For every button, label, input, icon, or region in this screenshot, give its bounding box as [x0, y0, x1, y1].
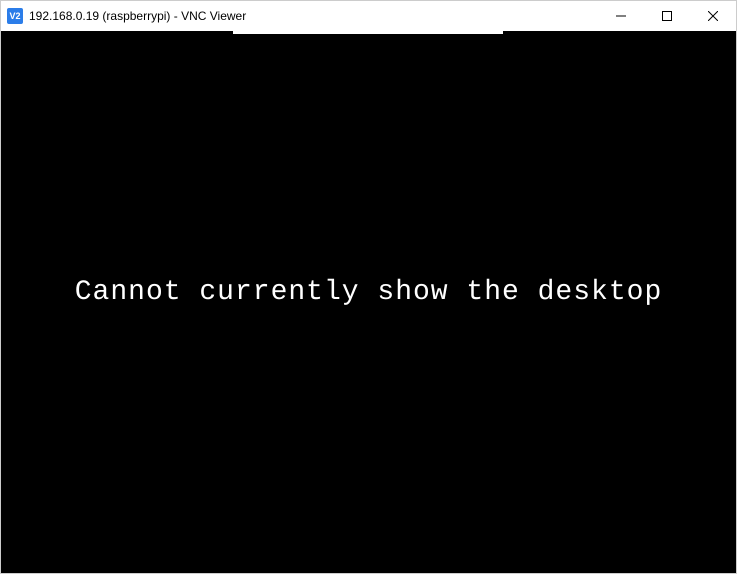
- vnc-app-icon: V2: [7, 8, 23, 24]
- vnc-viewer-window: V2 192.168.0.19 (raspberrypi) - VNC View…: [0, 0, 737, 574]
- error-message: Cannot currently show the desktop: [75, 277, 663, 308]
- window-title: 192.168.0.19 (raspberrypi) - VNC Viewer: [29, 9, 598, 23]
- toolbar-hint-bar: [233, 31, 503, 34]
- maximize-button[interactable]: [644, 1, 690, 31]
- titlebar: V2 192.168.0.19 (raspberrypi) - VNC View…: [1, 1, 736, 31]
- vnc-content-area: Cannot currently show the desktop: [1, 31, 736, 573]
- minimize-icon: [616, 11, 626, 21]
- maximize-icon: [662, 11, 672, 21]
- window-controls: [598, 1, 736, 31]
- close-icon: [708, 11, 718, 21]
- minimize-button[interactable]: [598, 1, 644, 31]
- close-button[interactable]: [690, 1, 736, 31]
